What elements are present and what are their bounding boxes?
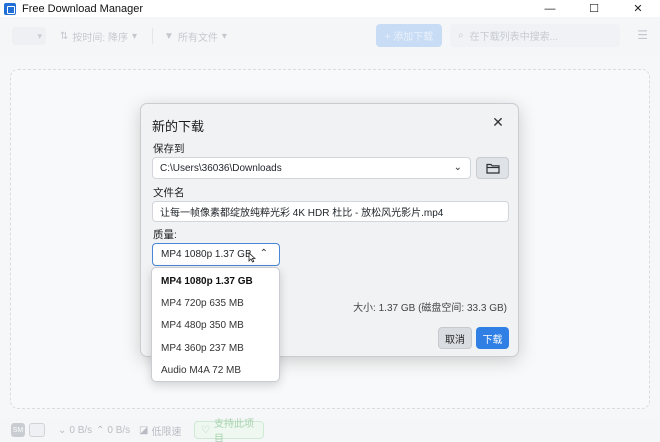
support-project-button[interactable]: ♡ 支持此项目 (194, 419, 264, 442)
selection-dropdown[interactable]: ▾ (12, 27, 46, 45)
size-info: 大小: 1.37 GB (磁盘空间: 33.3 GB) (353, 303, 507, 314)
filename-label: 文件名 (153, 187, 185, 199)
download-button[interactable]: 下载 (476, 327, 509, 349)
arrow-down-icon: ⌄ (58, 424, 67, 436)
quality-option[interactable]: MP4 720p 635 MB (152, 292, 279, 314)
close-icon[interactable]: ✕ (490, 114, 506, 130)
folder-icon (485, 163, 500, 174)
add-download-button[interactable]: + 添加下载 (376, 24, 442, 47)
search-box[interactable]: ⌕ 在下载列表中搜索... (450, 24, 620, 47)
arrow-up-icon: ⌃ (96, 424, 105, 436)
chevron-down-icon: ▾ (221, 30, 227, 42)
filter-dropdown[interactable]: ▼ 所有文件 ▾ (164, 27, 227, 45)
toolbar-divider (152, 28, 153, 44)
save-path-select[interactable]: C:\Users\36036\Downloads ⌄ (152, 157, 471, 179)
snail-mode-badge[interactable]: SM (11, 423, 25, 437)
sort-dropdown[interactable]: ⇅ 按时间: 降序 ▾ (60, 27, 137, 45)
download-speed-value: 0 B/s (69, 424, 93, 436)
status-bar: SM ⌄ 0 B/s ⌃ 0 B/s ◪ 低限速 ♡ 支持此项目 (0, 418, 660, 442)
filename-field[interactable]: 让每一帧像素都绽放纯粹光彩 4K HDR 杜比 - 放松风光影片.mp4 (152, 201, 509, 222)
download-speed: ⌄ 0 B/s (58, 423, 92, 437)
browse-folder-button[interactable] (476, 157, 509, 179)
speed-icon: ◪ (139, 424, 149, 436)
upload-speed: ⌃ 0 B/s (96, 423, 130, 437)
search-placeholder: 在下载列表中搜索... (469, 32, 558, 43)
mouse-cursor-icon (248, 252, 256, 263)
search-icon: ⌕ (458, 30, 464, 41)
filename-value: 让每一帧像素都绽放纯粹光彩 4K HDR 杜比 - 放松风光影片.mp4 (160, 208, 444, 219)
filter-label: 所有文件 (177, 32, 218, 44)
quality-option[interactable]: MP4 1080p 1.37 GB (152, 270, 279, 292)
save-path-value: C:\Users\36036\Downloads (160, 162, 282, 174)
sort-icon: ⇅ (60, 30, 69, 42)
close-window-button[interactable]: ✕ (616, 0, 660, 17)
quality-option[interactable]: MP4 360p 237 MB (152, 337, 279, 359)
tray-icon[interactable] (29, 423, 45, 437)
quality-option[interactable]: MP4 480p 350 MB (152, 315, 279, 337)
quality-selected-value: MP4 1080p 1.37 GB (161, 249, 252, 260)
sort-label: 按时间: 降序 (72, 32, 128, 44)
maximize-button[interactable]: ☐ (572, 0, 616, 17)
save-to-label: 保存到 (153, 143, 185, 155)
cancel-button[interactable]: 取消 (438, 327, 472, 349)
chevron-up-icon: ⌃ (259, 248, 268, 259)
speed-mode[interactable]: ◪ 低限速 (139, 423, 182, 438)
dialog-title: 新的下载 (152, 119, 205, 134)
filter-icon: ▼ (164, 30, 174, 42)
upload-speed-value: 0 B/s (107, 424, 131, 436)
chevron-down-icon: ⌄ (453, 162, 462, 173)
minimize-button[interactable]: — (528, 0, 572, 17)
main-toolbar: ▾ ⇅ 按时间: 降序 ▾ ▼ 所有文件 ▾ + 添加下载 ⌕ 在下载列表中搜索… (0, 17, 660, 55)
app-logo-icon (4, 2, 16, 15)
title-bar: Free Download Manager — ☐ ✕ (0, 0, 660, 17)
window-title: Free Download Manager (22, 2, 144, 15)
chevron-down-icon: ▾ (131, 30, 137, 42)
quality-select[interactable]: MP4 1080p 1.37 GB ⌃ (152, 243, 280, 266)
menu-icon[interactable]: ☰ (637, 28, 648, 42)
window-controls: — ☐ ✕ (528, 0, 660, 17)
heart-icon: ♡ (201, 424, 210, 436)
support-label: 支持此项目 (213, 419, 254, 442)
speed-mode-label: 低限速 (151, 426, 182, 438)
quality-label: 质量: (153, 229, 177, 241)
quality-dropdown-list: MP4 1080p 1.37 GB MP4 720p 635 MB MP4 48… (151, 267, 280, 382)
quality-option[interactable]: Audio M4A 72 MB (152, 360, 279, 382)
